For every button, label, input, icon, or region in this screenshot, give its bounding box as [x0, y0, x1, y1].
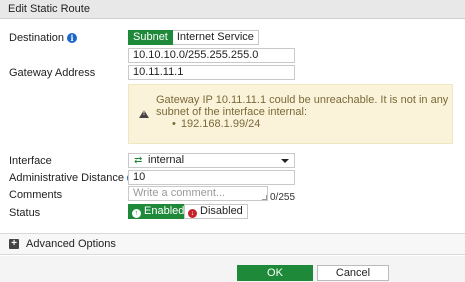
dialog-footer: OK Cancel: [0, 256, 465, 282]
destination-label-text: Destination: [9, 32, 65, 44]
internet-service-option[interactable]: Internet Service: [172, 30, 259, 45]
comments-counter: 0/255: [270, 192, 296, 203]
admin-distance-label-text: Administrative Distance: [9, 172, 124, 184]
comments-textarea[interactable]: Write a comment...: [128, 186, 268, 201]
warning-message: Gateway IP 10.11.11.1 could be unreachab…: [156, 94, 449, 118]
resize-handle-icon[interactable]: [262, 195, 267, 200]
gateway-label: Gateway Address: [9, 67, 96, 79]
arrow-up-circle-icon: ↑: [132, 209, 141, 218]
gateway-warning-box: Gateway IP 10.11.11.1 could be unreachab…: [128, 84, 453, 144]
interface-value: internal: [148, 154, 185, 166]
ok-button[interactable]: OK: [237, 265, 313, 281]
destination-label: Destination i: [9, 32, 78, 44]
status-enabled-button[interactable]: ↑ Enabled: [128, 204, 190, 219]
cancel-button[interactable]: Cancel: [317, 265, 389, 281]
admin-distance-input[interactable]: 10: [128, 170, 295, 185]
dialog-header: Edit Static Route: [0, 0, 465, 19]
warning-icon: [139, 110, 149, 118]
interface-shuffle-icon: ⇄: [134, 155, 143, 166]
status-label: Status: [9, 207, 41, 219]
warning-subnet: 192.168.1.99/24: [172, 118, 261, 130]
status-disabled-button[interactable]: ↓ Disabled: [184, 204, 248, 219]
subnet-option[interactable]: Subnet: [128, 30, 173, 45]
dialog-title: Edit Static Route: [8, 3, 90, 15]
comments-label: Comments: [9, 189, 63, 201]
destination-type-toggle[interactable]: Subnet Internet Service: [128, 30, 259, 45]
arrow-down-circle-icon: ↓: [188, 209, 197, 218]
destination-input[interactable]: 10.10.10.0/255.255.255.0: [128, 48, 295, 63]
admin-distance-label: Administrative Distancei: [9, 172, 137, 184]
advanced-options-toggle[interactable]: + Advanced Options: [0, 233, 465, 255]
status-disabled-label: Disabled: [200, 205, 243, 217]
advanced-options-label: Advanced Options: [26, 238, 116, 250]
interface-label: Interface: [9, 155, 52, 167]
plus-icon: +: [9, 239, 19, 249]
status-enabled-label: Enabled: [144, 205, 185, 217]
info-icon[interactable]: i: [67, 33, 78, 43]
interface-select[interactable]: ⇄ internal: [128, 153, 295, 168]
chevron-down-icon: [281, 159, 289, 163]
gateway-input[interactable]: 10.11.11.1: [128, 65, 295, 80]
